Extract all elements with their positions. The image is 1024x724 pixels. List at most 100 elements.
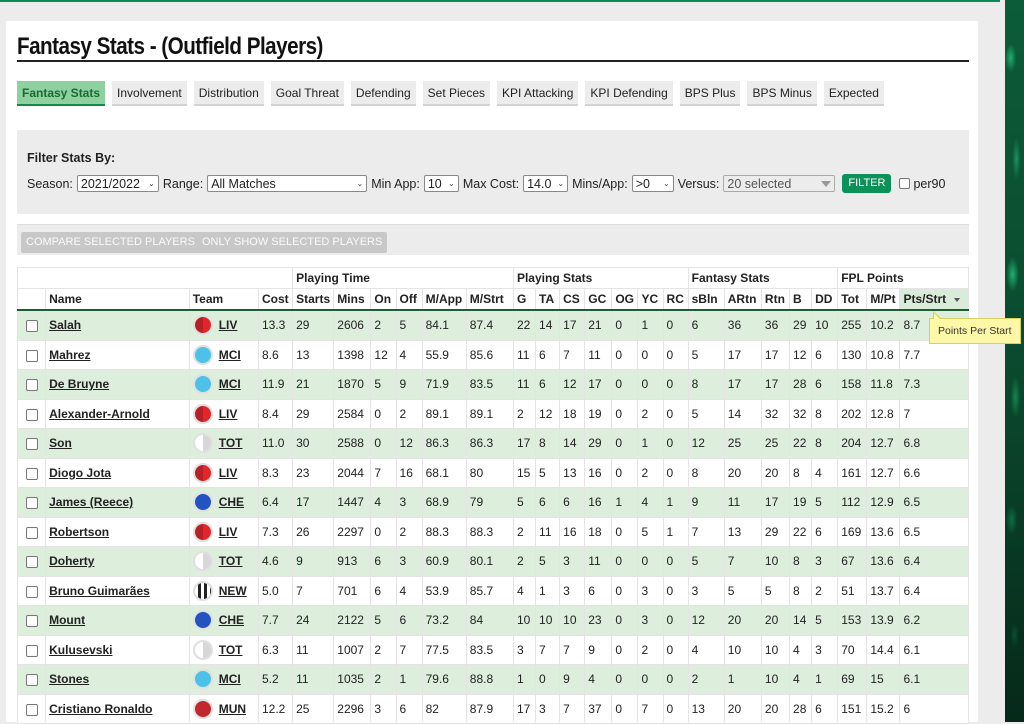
column-header-team[interactable]: Team	[188, 288, 259, 311]
tab-distribution[interactable]: Distribution	[193, 81, 264, 106]
stat-cell-on: 2	[370, 634, 397, 665]
tab-bps-plus[interactable]: BPS Plus	[679, 81, 741, 106]
player-name-link[interactable]: De Bruyne	[49, 377, 109, 391]
column-header-m-pt[interactable]: M/Pt	[866, 288, 901, 311]
player-name-link[interactable]: James (Reece)	[49, 495, 133, 509]
player-name-link[interactable]: Stones	[49, 672, 89, 686]
tab-kpi-attacking[interactable]: KPI Attacking	[497, 81, 579, 106]
player-name-link[interactable]: Cristiano Ronaldo	[49, 702, 152, 716]
player-select-checkbox[interactable]	[25, 526, 38, 539]
team-link[interactable]: LIV	[219, 318, 238, 332]
stat-cell-gc: 9	[584, 634, 613, 665]
player-select-checkbox[interactable]	[25, 497, 38, 510]
tab-kpi-defending[interactable]: KPI Defending	[585, 81, 673, 106]
player-select-checkbox[interactable]	[25, 703, 38, 716]
compare-selected-button[interactable]: COMPARE SELECTED PLAYERS	[21, 232, 200, 253]
column-header-cost[interactable]: Cost	[257, 288, 294, 311]
column-header-cs[interactable]: CS	[559, 288, 586, 311]
column-header-off[interactable]: Off	[395, 288, 423, 311]
player-name-link[interactable]: Robertson	[49, 525, 109, 539]
column-header-m-app[interactable]: M/App	[421, 288, 467, 311]
player-name-link[interactable]: Alexander-Arnold	[49, 407, 150, 421]
team-link[interactable]: LIV	[219, 525, 238, 539]
team-link[interactable]: CHE	[219, 495, 244, 509]
column-header-on[interactable]: On	[370, 288, 397, 311]
player-name-link[interactable]: Diogo Jota	[49, 466, 111, 480]
stat-cell-sbln: 9	[687, 487, 725, 518]
team-link[interactable]: MCI	[219, 348, 241, 362]
column-header-rc[interactable]: RC	[662, 288, 689, 311]
filter-button[interactable]: FILTER	[842, 174, 892, 193]
stat-cell-dd: 6	[811, 516, 839, 547]
stat-cell-b: 28	[789, 693, 813, 724]
player-name-link[interactable]: Doherty	[49, 554, 94, 568]
player-name-link[interactable]: Bruno Guimarães	[49, 584, 150, 598]
player-name-link[interactable]: Kulusevski	[49, 643, 112, 657]
player-select-checkbox[interactable]	[25, 438, 38, 451]
min-app-select[interactable]: 10 ⌄	[423, 175, 459, 192]
player-select-checkbox[interactable]	[25, 615, 38, 628]
versus-multiselect[interactable]: 20 selected	[723, 175, 836, 192]
player-select-checkbox[interactable]	[25, 674, 38, 687]
team-link[interactable]: MUN	[219, 702, 246, 716]
player-select-checkbox[interactable]	[25, 644, 38, 657]
player-select-checkbox[interactable]	[25, 408, 38, 421]
player-name-link[interactable]: Salah	[49, 318, 81, 332]
team-link[interactable]: MCI	[219, 672, 241, 686]
player-select-checkbox[interactable]	[25, 320, 38, 333]
tab-set-pieces[interactable]: Set Pieces	[422, 81, 491, 106]
column-header-dd[interactable]: DD	[811, 288, 839, 311]
column-header-m-strt[interactable]: M/Strt	[465, 288, 514, 311]
only-show-selected-button[interactable]: ONLY SHOW SELECTED PLAYERS	[197, 232, 388, 253]
column-header-name[interactable]: Name	[45, 288, 190, 311]
column-header-ta[interactable]: TA	[535, 288, 561, 311]
range-select[interactable]: All Matches ⌄	[207, 175, 368, 192]
player-select-checkbox[interactable]	[25, 379, 38, 392]
season-select[interactable]: 2021/2022 ⌄	[76, 175, 159, 192]
chevron-down-icon: ⌄	[356, 179, 364, 188]
column-header-tot[interactable]: Tot	[837, 288, 868, 311]
column-header-sbln[interactable]: sBln	[687, 288, 725, 311]
column-header-yc[interactable]: YC	[637, 288, 664, 311]
column-header-rtn[interactable]: Rtn	[760, 288, 791, 311]
max-cost-select[interactable]: 14.0 ⌄	[523, 175, 569, 192]
player-select-checkbox[interactable]	[25, 467, 38, 480]
mins-app-select[interactable]: >0 ⌄	[631, 175, 674, 192]
tab-bps-minus[interactable]: BPS Minus	[747, 81, 817, 106]
tab-involvement[interactable]: Involvement	[112, 81, 187, 106]
column-header-g[interactable]: G	[512, 288, 537, 311]
player-name-link[interactable]: Mount	[49, 613, 85, 627]
team-link[interactable]: CHE	[219, 613, 244, 627]
team-link[interactable]: MCI	[219, 377, 241, 391]
tab-expected[interactable]: Expected	[823, 81, 884, 106]
player-select-checkbox[interactable]	[25, 556, 38, 569]
team-link[interactable]: TOT	[219, 643, 243, 657]
player-select-checkbox[interactable]	[25, 585, 38, 598]
sort-descending-icon[interactable]	[954, 297, 961, 302]
tab-fantasy-stats[interactable]: Fantasy Stats	[17, 81, 106, 106]
tab-goal-threat[interactable]: Goal Threat	[270, 81, 344, 106]
team-link[interactable]: NEW	[219, 584, 247, 598]
group-header-fpl-points: FPL Points	[837, 267, 969, 289]
stat-cell-cost: 7.7	[257, 605, 294, 636]
player-select-checkbox[interactable]	[25, 349, 38, 362]
stat-cell-dd: 3	[811, 634, 839, 665]
team-link[interactable]: TOT	[219, 554, 243, 568]
column-header-og[interactable]: OG	[611, 288, 639, 311]
player-name-link[interactable]: Son	[49, 436, 72, 450]
column-header-b[interactable]: B	[789, 288, 813, 311]
team-link[interactable]: LIV	[219, 407, 238, 421]
team-link[interactable]: LIV	[219, 466, 238, 480]
per90-checkbox[interactable]	[899, 178, 911, 189]
column-header-gc[interactable]: GC	[584, 288, 613, 311]
column-header-pts-strt[interactable]: Pts/Strt	[899, 288, 969, 311]
team-cell: MCI	[188, 339, 259, 370]
team-link[interactable]: TOT	[219, 436, 243, 450]
column-header-mins[interactable]: Mins	[333, 288, 372, 311]
tab-defending[interactable]: Defending	[350, 81, 416, 106]
column-header-artn[interactable]: ARtn	[723, 288, 762, 311]
column-header-starts[interactable]: Starts	[292, 288, 335, 311]
per90-toggle[interactable]: per90	[899, 177, 945, 191]
player-name-link[interactable]: Mahrez	[49, 348, 90, 362]
stat-cell-m-strt: 88.3	[465, 516, 514, 547]
